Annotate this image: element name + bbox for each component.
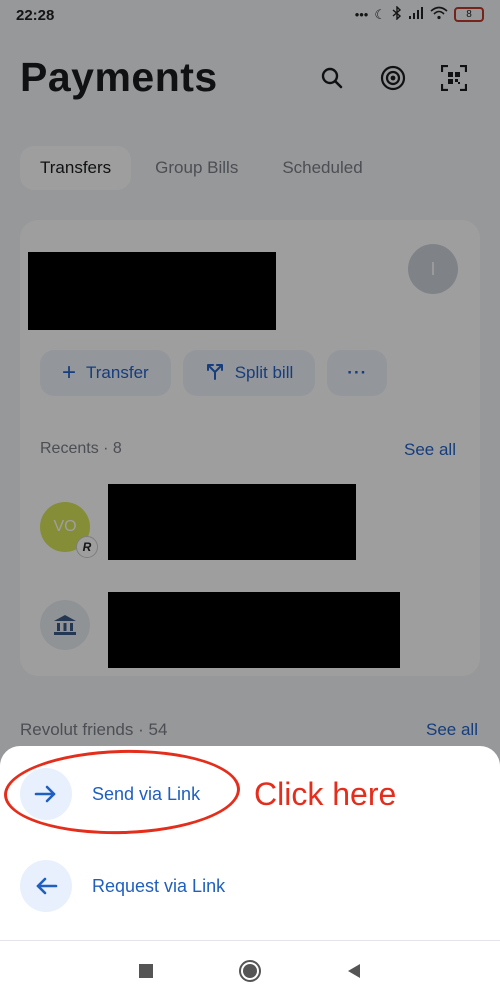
- recent-apps-icon[interactable]: [134, 959, 158, 983]
- request-via-link-item[interactable]: Request via Link: [20, 856, 480, 916]
- system-nav-bar: [0, 940, 500, 1000]
- request-via-link-label: Request via Link: [92, 875, 226, 896]
- back-icon[interactable]: [342, 959, 366, 983]
- home-icon[interactable]: [238, 959, 262, 983]
- arrow-left-icon: [20, 860, 72, 912]
- annotation-text: Click here: [254, 776, 397, 812]
